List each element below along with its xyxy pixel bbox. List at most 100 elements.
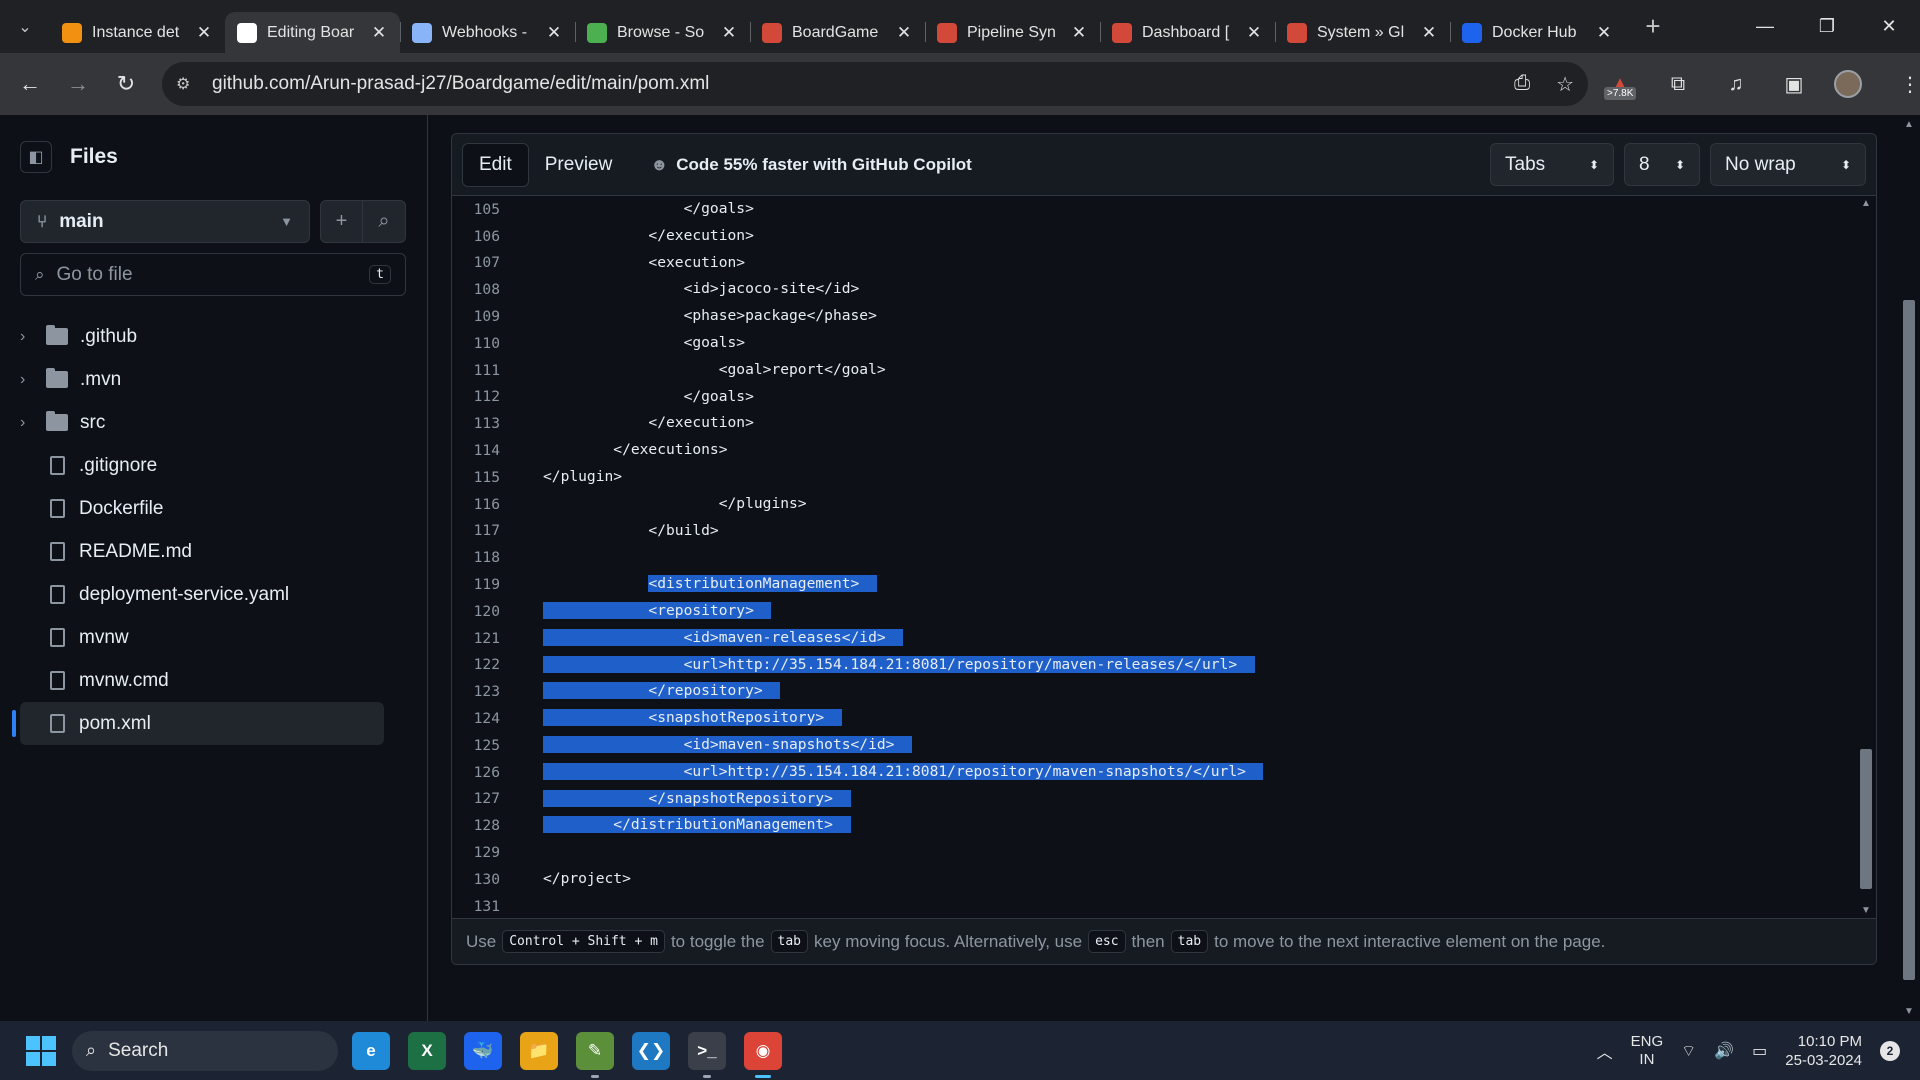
collapse-panel-icon[interactable]: ◧ bbox=[20, 141, 52, 173]
profile-avatar[interactable] bbox=[1834, 70, 1870, 98]
indent-size-select[interactable]: 8 ⬍ bbox=[1624, 143, 1700, 186]
code-line[interactable]: 107 <execution> bbox=[452, 250, 1856, 277]
copilot-promo[interactable]: ☻ Code 55% faster with GitHub Copilot bbox=[650, 155, 972, 175]
code-line[interactable]: 125 <id>maven-snapshots</id> bbox=[452, 732, 1856, 759]
tree-folder[interactable]: › .mvn bbox=[0, 358, 384, 401]
code-line[interactable]: 112 </goals> bbox=[452, 384, 1856, 411]
search-files-button[interactable]: ⌕ bbox=[363, 200, 406, 243]
terminal-icon[interactable]: >_ bbox=[688, 1031, 726, 1078]
chrome-menu-icon[interactable]: ⋮ bbox=[1892, 72, 1920, 97]
code-line[interactable]: 129 bbox=[452, 839, 1856, 866]
browser-tab[interactable]: Docker Hub ✕ bbox=[1450, 12, 1625, 53]
browser-tab[interactable]: System » Gl ✕ bbox=[1275, 12, 1450, 53]
tree-file[interactable]: pom.xml bbox=[12, 702, 384, 745]
restore-button[interactable]: ❐ bbox=[1796, 16, 1858, 37]
code-line[interactable]: 120 <repository> bbox=[452, 598, 1856, 625]
back-arrow-icon[interactable]: ← bbox=[6, 71, 54, 97]
clock[interactable]: 10:10 PM 25-03-2024 bbox=[1785, 1032, 1862, 1070]
code-line[interactable]: 115 </plugin> bbox=[452, 464, 1856, 491]
tree-file[interactable]: mvnw bbox=[0, 616, 384, 659]
code-line[interactable]: 131 bbox=[452, 893, 1856, 918]
tree-folder[interactable]: › .github bbox=[0, 315, 384, 358]
wifi-icon[interactable]: ⌔ bbox=[1681, 1041, 1696, 1061]
language-indicator[interactable]: ENG IN bbox=[1631, 1033, 1664, 1069]
code-line[interactable]: 105 </goals> bbox=[452, 196, 1856, 223]
tree-folder[interactable]: › src bbox=[0, 401, 384, 444]
tab-search-chevron-icon[interactable]: ⌄ bbox=[0, 0, 50, 53]
tab-close-icon[interactable]: ✕ bbox=[195, 23, 213, 43]
go-to-file-input[interactable]: ⌕ Go to file t bbox=[20, 253, 406, 296]
chevron-right-icon[interactable]: › bbox=[20, 371, 46, 389]
close-window-button[interactable]: ✕ bbox=[1858, 16, 1920, 37]
code-line[interactable]: 111 <goal>report</goal> bbox=[452, 357, 1856, 384]
code-line[interactable]: 108 <id>jacoco-site</id> bbox=[452, 276, 1856, 303]
side-panel-icon[interactable]: ▣ bbox=[1776, 72, 1812, 97]
code-line[interactable]: 128 </distributionManagement> bbox=[452, 812, 1856, 839]
code-line[interactable]: 121 <id>maven-releases</id> bbox=[452, 625, 1856, 652]
browser-tab[interactable]: Browse - So ✕ bbox=[575, 12, 750, 53]
scroll-down-icon[interactable]: ▼ bbox=[1860, 905, 1872, 916]
page-scrollbar-thumb[interactable] bbox=[1903, 300, 1915, 980]
tree-file[interactable]: deployment-service.yaml bbox=[0, 573, 384, 616]
site-info-icon[interactable]: ⚙ bbox=[176, 74, 196, 94]
chevron-right-icon[interactable]: › bbox=[20, 328, 46, 346]
browser-tab[interactable]: Instance det ✕ bbox=[50, 12, 225, 53]
battery-icon[interactable]: ▭ bbox=[1752, 1041, 1767, 1061]
tree-file[interactable]: Dockerfile bbox=[0, 487, 384, 530]
media-controls-icon[interactable]: ♫ bbox=[1718, 73, 1754, 96]
docker-desktop-icon[interactable]: 🐳 bbox=[464, 1031, 502, 1070]
tray-overflow-chevron-icon[interactable]: ︿ bbox=[1597, 1039, 1613, 1063]
extension-icon[interactable]: ▲ >7.8K bbox=[1602, 73, 1638, 100]
code-line[interactable]: 118 bbox=[452, 544, 1856, 571]
code-line[interactable]: 123 </repository> bbox=[452, 678, 1856, 705]
code-line[interactable]: 130 </project> bbox=[452, 866, 1856, 893]
url-text[interactable]: github.com/Arun-prasad-j27/Boardgame/edi… bbox=[212, 73, 709, 95]
address-bar[interactable]: ⚙ github.com/Arun-prasad-j27/Boardgame/e… bbox=[162, 62, 1588, 106]
scroll-up-icon[interactable]: ▲ bbox=[1904, 119, 1914, 130]
vscode-icon[interactable]: ❮❯ bbox=[632, 1031, 670, 1070]
code-line[interactable]: 127 </snapshotRepository> bbox=[452, 786, 1856, 813]
tab-close-icon[interactable]: ✕ bbox=[895, 23, 913, 43]
tree-file[interactable]: README.md bbox=[0, 530, 384, 573]
code-line[interactable]: 109 <phase>package</phase> bbox=[452, 303, 1856, 330]
tab-close-icon[interactable]: ✕ bbox=[1595, 23, 1613, 43]
taskbar-search[interactable]: ⌕ Search bbox=[72, 1030, 338, 1071]
indent-mode-select[interactable]: Tabs ⬍ bbox=[1490, 143, 1614, 186]
minimize-button[interactable]: — bbox=[1734, 16, 1796, 37]
reload-icon[interactable]: ↻ bbox=[102, 71, 150, 97]
branch-selector[interactable]: ⑂ main ▼ bbox=[20, 200, 310, 243]
volume-icon[interactable]: 🔊 bbox=[1714, 1041, 1734, 1061]
notepad-icon[interactable]: ✎ bbox=[576, 1031, 614, 1078]
tree-file[interactable]: .gitignore bbox=[0, 444, 384, 487]
editor-scrollbar[interactable]: ▲ ▼ bbox=[1856, 196, 1876, 918]
edge-icon[interactable]: e bbox=[352, 1031, 390, 1070]
tab-close-icon[interactable]: ✕ bbox=[545, 23, 563, 43]
code-text-area[interactable]: 105 </goals> 106 </execution> 107 <executi… bbox=[452, 196, 1856, 918]
add-file-button[interactable]: + bbox=[320, 200, 363, 243]
browser-tab[interactable]: Editing Boar ✕ bbox=[225, 12, 400, 53]
tab-close-icon[interactable]: ✕ bbox=[1245, 23, 1263, 43]
tree-file[interactable]: mvnw.cmd bbox=[0, 659, 384, 702]
code-line[interactable]: 116 </plugins> bbox=[452, 491, 1856, 518]
browser-tab[interactable]: BoardGame ✕ bbox=[750, 12, 925, 53]
code-line[interactable]: 126 <url>http://35.154.184.21:8081/repos… bbox=[452, 759, 1856, 786]
scroll-down-icon[interactable]: ▼ bbox=[1904, 1006, 1914, 1017]
scrollbar-thumb[interactable] bbox=[1860, 749, 1872, 889]
windows-start-icon[interactable] bbox=[26, 1035, 56, 1066]
wrap-mode-select[interactable]: No wrap ⬍ bbox=[1710, 143, 1866, 186]
file-explorer-icon[interactable]: 📁 bbox=[520, 1031, 558, 1070]
forward-arrow-icon[interactable]: → bbox=[54, 71, 102, 97]
bookmark-star-icon[interactable]: ☆ bbox=[1556, 72, 1574, 97]
browser-tab[interactable]: Pipeline Syn ✕ bbox=[925, 12, 1100, 53]
tab-close-icon[interactable]: ✕ bbox=[720, 23, 738, 43]
edit-tab[interactable]: Edit bbox=[462, 142, 529, 187]
chrome-icon[interactable]: ◉ bbox=[744, 1031, 782, 1078]
browser-tab[interactable]: Dashboard [✕ bbox=[1100, 12, 1275, 53]
chevron-right-icon[interactable]: › bbox=[20, 414, 46, 432]
code-line[interactable]: 122 <url>http://35.154.184.21:8081/repos… bbox=[452, 652, 1856, 679]
tab-close-icon[interactable]: ✕ bbox=[370, 23, 388, 43]
tab-close-icon[interactable]: ✕ bbox=[1420, 23, 1438, 43]
code-line[interactable]: 113 </execution> bbox=[452, 410, 1856, 437]
scroll-up-icon[interactable]: ▲ bbox=[1860, 198, 1872, 209]
page-scrollbar[interactable]: ▲ ▼ bbox=[1898, 115, 1920, 1021]
